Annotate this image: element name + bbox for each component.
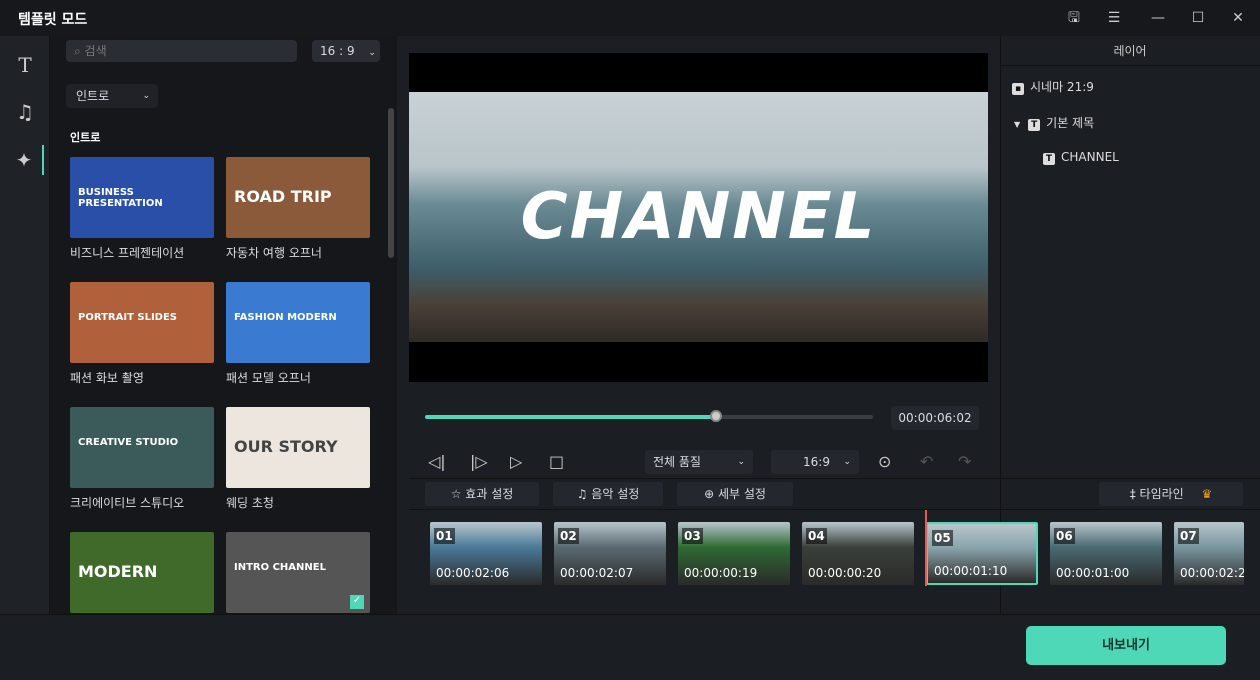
template-label: 패션 모델 오프너 <box>226 371 311 385</box>
quality-dropdown[interactable]: 전체 품질 ⌄ <box>645 450 753 474</box>
crown-icon: ♛ <box>1201 487 1213 501</box>
close-button[interactable]: ✕ <box>1228 8 1248 28</box>
clip-duration: 00:00:00:19 <box>684 566 758 580</box>
layer-item[interactable]: ▼ T 기본 제목 <box>1014 114 1094 131</box>
clip-thumbnail[interactable]: 01 00:00:02:06 <box>430 522 542 585</box>
template-icon[interactable]: ✦ <box>6 145 44 175</box>
search-icon: ⌕ <box>74 44 85 58</box>
minimize-button[interactable]: — <box>1148 8 1168 28</box>
next-frame-icon[interactable]: |▷ <box>470 452 488 471</box>
template-thumbnail: CREATIVE STUDIO <box>70 407 214 488</box>
playhead[interactable] <box>925 510 927 586</box>
clip-duration: 00:00:02:2 <box>1180 566 1244 580</box>
music-icon: ♫ <box>576 487 592 501</box>
chevron-down-icon: ⌄ <box>142 91 150 101</box>
clip-duration: 00:00:01:00 <box>1056 566 1130 580</box>
template-card[interactable]: BUSINESS PRESENTATION 비즈니스 프레젠테이션 <box>70 157 214 261</box>
text-layer-icon: T <box>1028 119 1041 131</box>
clip-number: 02 <box>558 528 579 544</box>
clip-thumbnail[interactable]: 05 00:00:01:10 <box>926 522 1038 585</box>
music-settings-button[interactable]: ♫ 음악 설정 <box>553 482 663 506</box>
clip-number: 01 <box>434 528 455 544</box>
progress-slider[interactable] <box>425 410 873 422</box>
save-icon[interactable]: 🖫 <box>1064 8 1084 28</box>
play-icon[interactable]: ▷ <box>510 452 522 471</box>
section-label: 인트로 <box>70 131 101 144</box>
export-button[interactable]: 내보내기 <box>1026 626 1226 665</box>
window-title: 템플릿 모드 <box>18 12 88 28</box>
template-thumbnail: MODERN <box>70 532 214 613</box>
template-label: 비즈니스 프레젠테이션 <box>70 246 185 260</box>
redo-icon[interactable]: ↷ <box>958 452 971 471</box>
globe-icon: ⊕ <box>704 487 718 501</box>
undo-icon[interactable]: ↶ <box>920 452 933 471</box>
template-thumbnail: ROAD TRIP <box>226 157 370 238</box>
template-thumbnail: OUR STORY <box>226 407 370 488</box>
template-card[interactable]: OUR STORY 웨딩 초청 <box>226 407 370 511</box>
aspect-dropdown[interactable]: 16:9 ⌄ <box>771 450 859 474</box>
caret-down-icon: ▼ <box>1014 120 1021 129</box>
timecode: 00:00:06:02 <box>891 406 979 430</box>
chevron-down-icon: ⌄ <box>368 48 376 58</box>
template-card[interactable]: MODERN <box>70 532 214 619</box>
text-layer-icon: T <box>1043 153 1055 165</box>
clip-number: 03 <box>682 528 703 544</box>
clip-number: 05 <box>932 530 953 546</box>
template-thumbnail: FASHION MODERN <box>226 282 370 363</box>
list-icon[interactable]: ☰ <box>1104 8 1124 28</box>
template-thumbnail: INTRO CHANNEL ✓ <box>226 532 370 613</box>
effects-settings-button[interactable]: ☆ 효과 설정 <box>425 482 539 506</box>
category-dropdown[interactable]: 인트로 ⌄ <box>66 84 158 108</box>
template-thumbnail: BUSINESS PRESENTATION <box>70 157 214 238</box>
chevron-down-icon: ⌄ <box>843 457 851 467</box>
template-label: 패션 화보 촬영 <box>70 371 144 385</box>
layer-item[interactable]: ▪ 시네마 21:9 <box>1012 78 1094 95</box>
clip-number: 07 <box>1178 528 1199 544</box>
detail-settings-button[interactable]: ⊕ 세부 설정 <box>677 482 793 506</box>
clip-thumbnail[interactable]: 06 00:00:01:00 <box>1050 522 1162 585</box>
clip-thumbnail[interactable]: 07 00:00:02:2 <box>1174 522 1244 585</box>
clip-duration: 00:00:02:07 <box>560 566 634 580</box>
template-card[interactable]: CREATIVE STUDIO 크리에이티브 스튜디오 <box>70 407 214 511</box>
progress-knob[interactable] <box>710 410 723 422</box>
stop-icon[interactable]: □ <box>549 452 564 471</box>
layer-header: 레이어 <box>1000 36 1260 66</box>
template-card[interactable]: ROAD TRIP 자동차 여행 오프너 <box>226 157 370 261</box>
template-card[interactable]: INTRO CHANNEL ✓ <box>226 532 370 619</box>
star-icon: ☆ <box>450 487 466 501</box>
template-label: 크리에이티브 스튜디오 <box>70 496 185 510</box>
preview-play-icon[interactable]: ⊙ <box>878 452 891 471</box>
template-label: 웨딩 초청 <box>226 496 274 510</box>
template-card[interactable]: PORTRAIT SLIDES 패션 화보 촬영 <box>70 282 214 386</box>
progress-fill <box>425 415 717 419</box>
ratio-dropdown[interactable]: 16 : 9 ⌄ <box>312 40 380 62</box>
template-thumbnail: PORTRAIT SLIDES <box>70 282 214 363</box>
selected-check-icon: ✓ <box>350 595 364 609</box>
cinema-icon: ▪ <box>1012 83 1024 95</box>
search-input[interactable]: ⌕ 검색 <box>66 40 297 62</box>
panel-scrollbar[interactable] <box>388 108 394 258</box>
music-icon[interactable]: ♫ <box>10 97 40 127</box>
timeline-button[interactable]: ‡ 타임라인 ♛ <box>1099 482 1243 506</box>
clip-number: 06 <box>1054 528 1075 544</box>
clip-thumbnail[interactable]: 03 00:00:00:19 <box>678 522 790 585</box>
prev-frame-icon[interactable]: ◁| <box>428 452 446 471</box>
template-card[interactable]: FASHION MODERN 패션 모델 오프너 <box>226 282 370 386</box>
clip-number: 04 <box>806 528 827 544</box>
chevron-down-icon: ⌄ <box>737 457 745 467</box>
text-icon[interactable]: T <box>10 50 40 80</box>
overlay-title[interactable]: CHANNEL <box>409 180 988 254</box>
clip-duration: 00:00:00:20 <box>808 566 882 580</box>
timeline-icon: ‡ <box>1129 487 1140 501</box>
clip-duration: 00:00:02:06 <box>436 566 510 580</box>
clip-thumbnail[interactable]: 02 00:00:02:07 <box>554 522 666 585</box>
layer-item[interactable]: T CHANNEL <box>1043 150 1119 165</box>
clip-thumbnail[interactable]: 04 00:00:00:20 <box>802 522 914 585</box>
template-label: 자동차 여행 오프너 <box>226 246 322 260</box>
clip-duration: 00:00:01:10 <box>934 564 1008 578</box>
maximize-button[interactable]: ☐ <box>1188 8 1208 28</box>
